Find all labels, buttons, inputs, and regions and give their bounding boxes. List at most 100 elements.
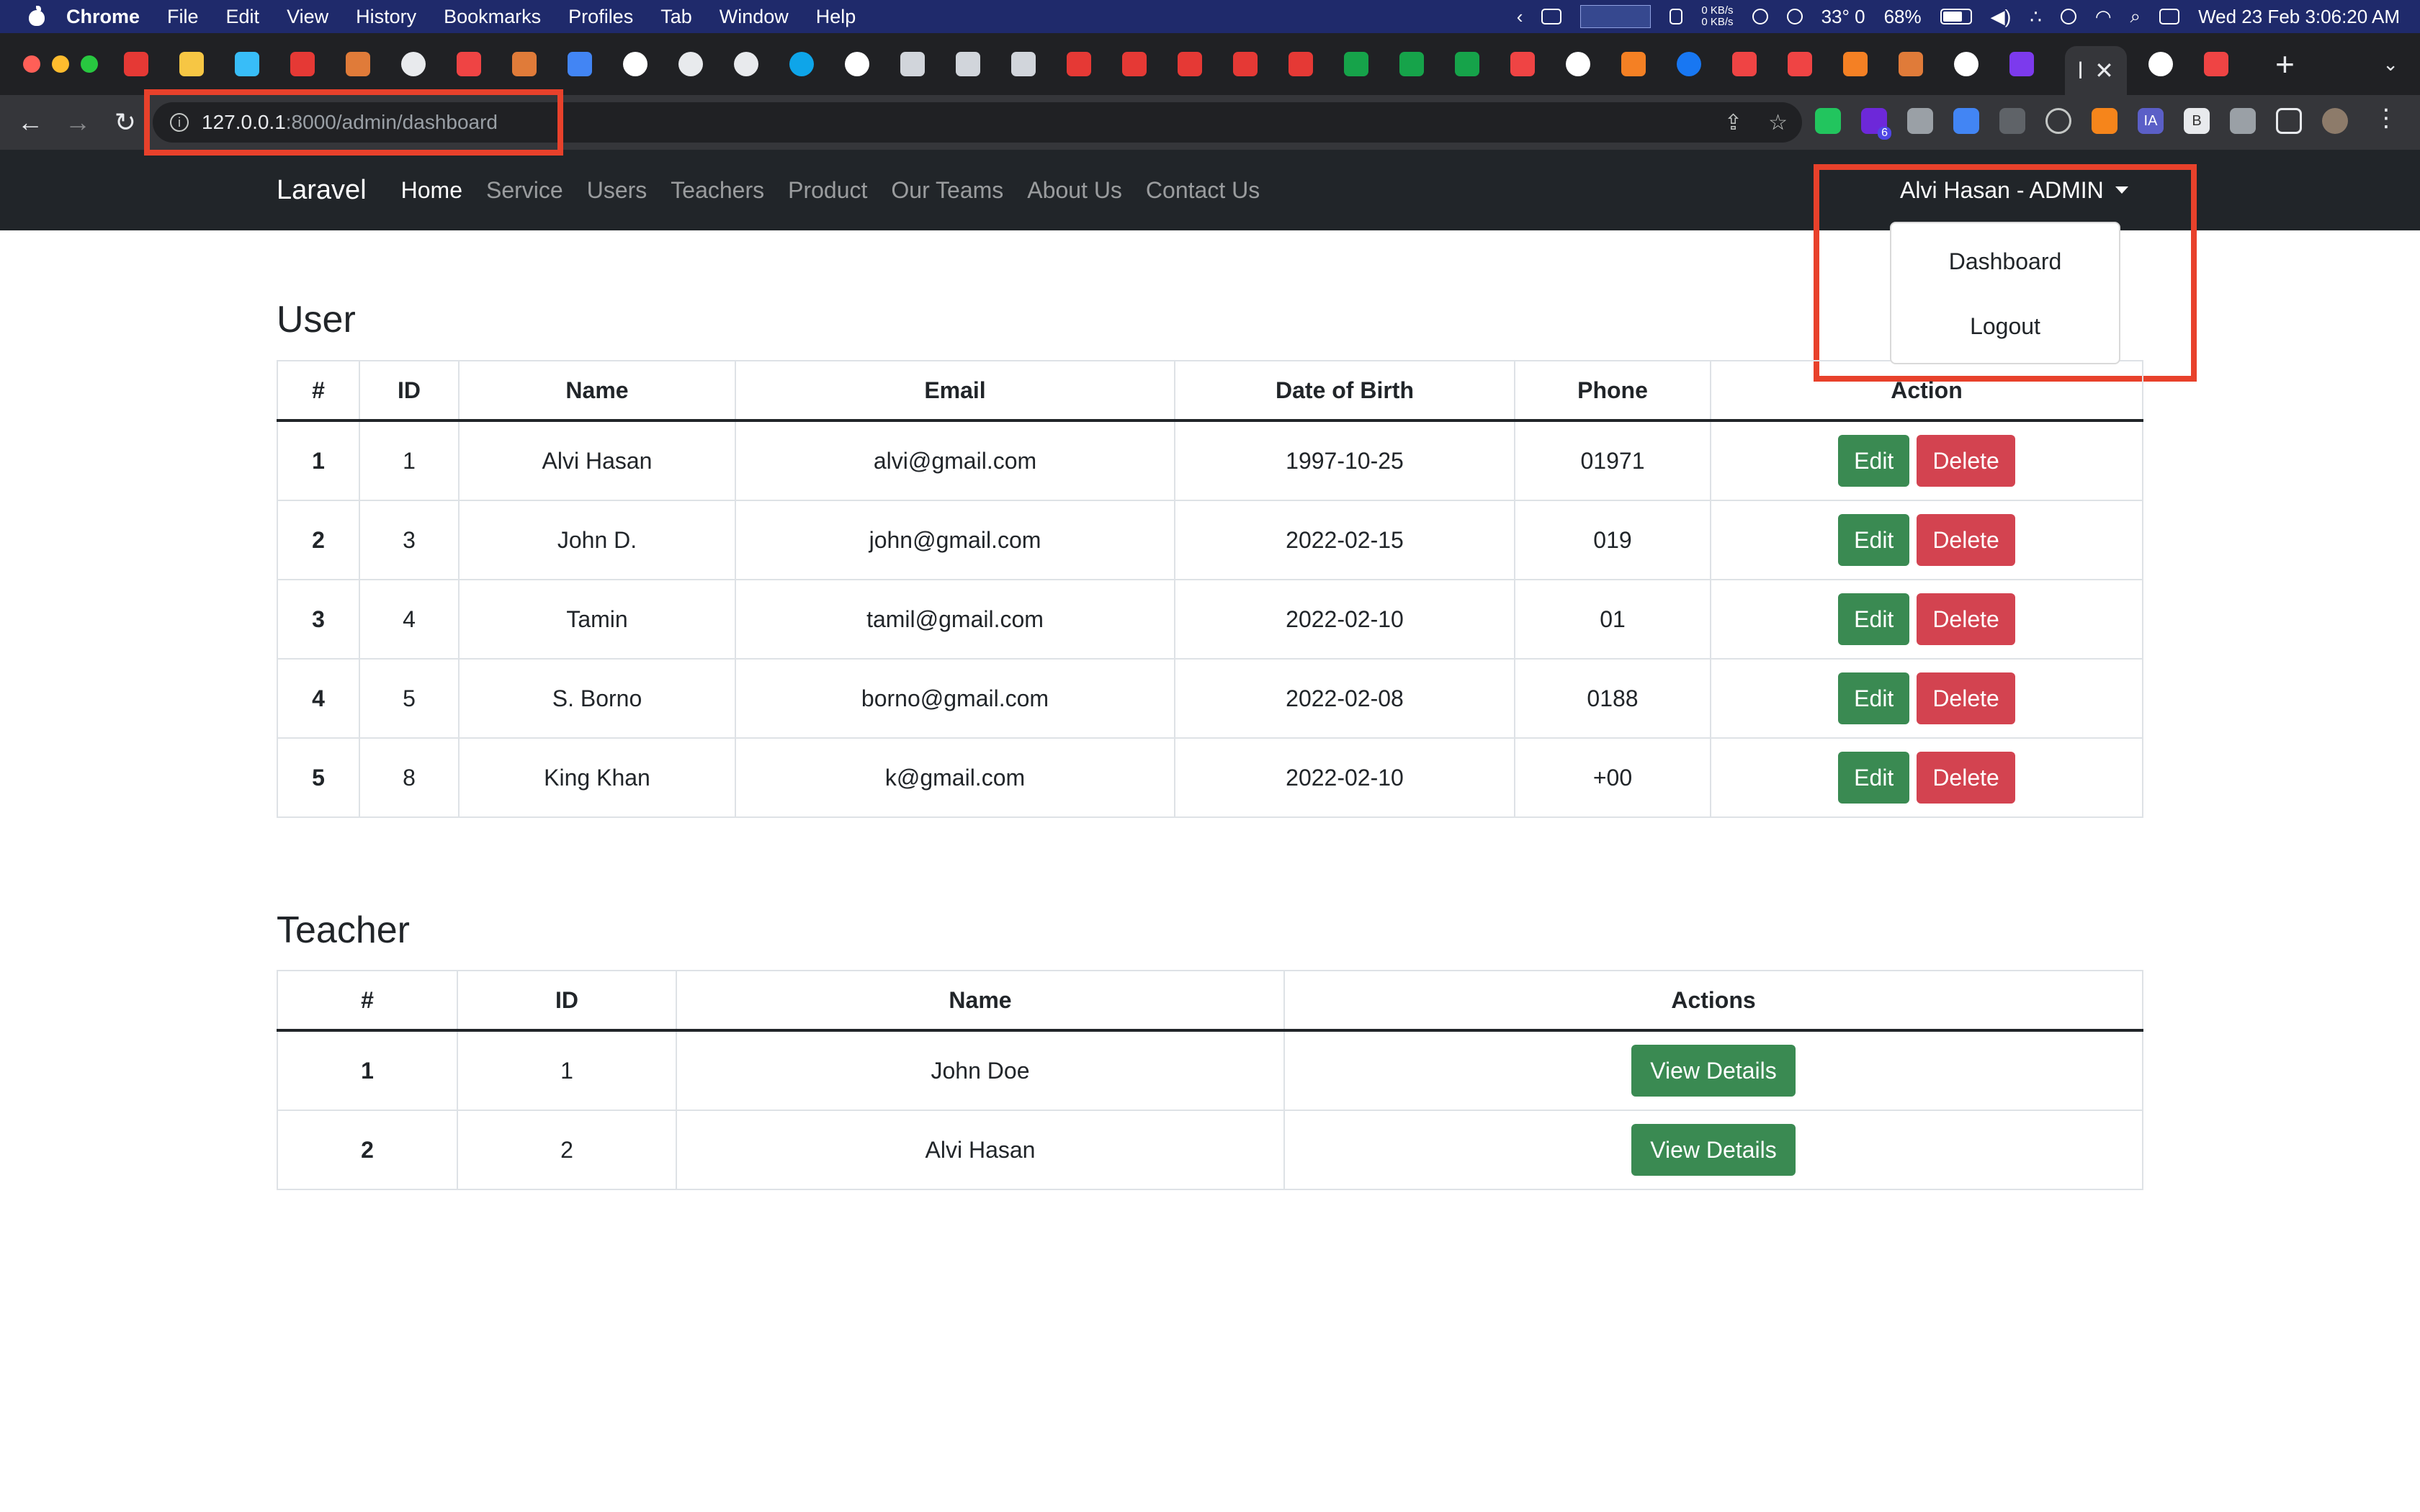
tab-google-icon[interactable] xyxy=(623,52,647,76)
menu-tab[interactable]: Tab xyxy=(660,6,692,28)
tab-bootstrap-icon[interactable] xyxy=(2009,52,2034,76)
tab-site-icon[interactable] xyxy=(678,52,703,76)
menu-bookmarks[interactable]: Bookmarks xyxy=(444,6,541,28)
tab-stackoverflow-icon[interactable] xyxy=(1621,52,1646,76)
delete-button[interactable]: Delete xyxy=(1917,593,2015,645)
battery-percent[interactable]: 68% xyxy=(1884,6,1922,28)
tab-github-icon[interactable] xyxy=(401,52,426,76)
delete-button[interactable]: Delete xyxy=(1917,672,2015,724)
tab-google-icon[interactable] xyxy=(2148,52,2173,76)
memory-icon[interactable] xyxy=(1670,9,1683,24)
adblock-shield-icon[interactable] xyxy=(1815,108,1841,134)
navbar-brand[interactable]: Laravel xyxy=(277,175,367,206)
nav-link-contact-us[interactable]: Contact Us xyxy=(1146,177,1260,204)
tab-site-icon[interactable] xyxy=(734,52,758,76)
profile-avatar[interactable] xyxy=(2322,108,2348,134)
camera-icon[interactable] xyxy=(1907,108,1933,134)
chevron-left-icon[interactable]: ‹ xyxy=(1517,6,1523,28)
tab-laravel-icon[interactable] xyxy=(1732,52,1757,76)
menu-edit[interactable]: Edit xyxy=(226,6,260,28)
edit-button[interactable]: Edit xyxy=(1838,752,1910,804)
tab-w-icon[interactable] xyxy=(1399,52,1424,76)
tab-emoji-icon[interactable] xyxy=(179,52,204,76)
tab-search-chevron-icon[interactable]: ⌄ xyxy=(2383,53,2398,76)
tab-tailwind-icon[interactable] xyxy=(235,52,259,76)
tab-qr-icon[interactable] xyxy=(900,52,925,76)
network-speed[interactable]: 0 KB/s 0 KB/s xyxy=(1701,5,1733,28)
menu-window[interactable]: Window xyxy=(720,6,789,28)
menu-view[interactable]: View xyxy=(287,6,328,28)
view-details-button[interactable]: View Details xyxy=(1631,1045,1796,1097)
tab-google-icon[interactable] xyxy=(845,52,869,76)
nav-link-our-teams[interactable]: Our Teams xyxy=(891,177,1003,204)
tab-google-icon[interactable] xyxy=(1566,52,1590,76)
edit-button[interactable]: Edit xyxy=(1838,514,1910,566)
bookmark-star-icon[interactable]: ☆ xyxy=(1768,110,1788,135)
tab-qr-icon[interactable] xyxy=(956,52,980,76)
tab-laravel-icon[interactable] xyxy=(457,52,481,76)
tab-laravel-icon[interactable] xyxy=(1788,52,1812,76)
side-panel-icon[interactable] xyxy=(2276,108,2302,134)
tab-qr-icon[interactable] xyxy=(1011,52,1036,76)
nav-link-home[interactable]: Home xyxy=(401,177,462,204)
dots-icon[interactable]: ∴ xyxy=(2030,6,2042,28)
temperature-reading[interactable]: 33° 0 xyxy=(1821,6,1865,28)
menu-history[interactable]: History xyxy=(356,6,416,28)
b-extension-icon[interactable]: B xyxy=(2184,108,2210,134)
dots-extension-icon[interactable] xyxy=(1999,108,2025,134)
tab-youtube-icon[interactable] xyxy=(290,52,315,76)
delete-button[interactable]: Delete xyxy=(1917,435,2015,487)
tab-w-icon[interactable] xyxy=(1344,52,1368,76)
tab-site-icon[interactable] xyxy=(346,52,370,76)
tab-facebook-icon[interactable] xyxy=(1677,52,1701,76)
minimize-window-icon[interactable] xyxy=(52,55,69,73)
maximize-window-icon[interactable] xyxy=(81,55,98,73)
menu-app-chrome[interactable]: Chrome xyxy=(66,6,140,28)
back-arrow-icon[interactable]: ← xyxy=(13,107,48,138)
close-tab-icon[interactable]: ✕ xyxy=(2094,57,2114,84)
tab-google-docs-icon[interactable] xyxy=(568,52,592,76)
chrome-menu-icon[interactable]: ⋮ xyxy=(2374,104,2398,132)
tab-site-icon[interactable] xyxy=(512,52,537,76)
menu-file[interactable]: File xyxy=(167,6,199,28)
active-tab[interactable]: l ✕ xyxy=(2065,46,2127,95)
battery-icon[interactable] xyxy=(1940,9,1972,24)
tab-youtube-icon[interactable] xyxy=(1178,52,1202,76)
tab-site-icon[interactable] xyxy=(1899,52,1923,76)
delete-button[interactable]: Delete xyxy=(1917,752,2015,804)
forward-arrow-icon[interactable]: → xyxy=(60,107,95,138)
play-icon[interactable] xyxy=(1786,9,1803,24)
dropdown-item-dashboard[interactable]: Dashboard xyxy=(1891,229,2119,294)
extension-badge-icon[interactable]: 6 xyxy=(1861,108,1891,140)
clock[interactable]: Wed 23 Feb 3:06:20 AM xyxy=(2198,6,2400,28)
close-window-icon[interactable] xyxy=(23,55,40,73)
menu-help[interactable]: Help xyxy=(816,6,856,28)
tab-youtube-icon[interactable] xyxy=(124,52,148,76)
tab-w-icon[interactable] xyxy=(1455,52,1479,76)
tab-youtube-icon[interactable] xyxy=(1289,52,1313,76)
menu-profiles[interactable]: Profiles xyxy=(568,6,633,28)
tab-youtube-icon[interactable] xyxy=(1067,52,1091,76)
delete-button[interactable]: Delete xyxy=(1917,514,2015,566)
nav-link-service[interactable]: Service xyxy=(486,177,563,204)
nav-link-product[interactable]: Product xyxy=(788,177,867,204)
ia-extension-icon[interactable]: IA xyxy=(2138,108,2164,134)
view-details-button[interactable]: View Details xyxy=(1631,1124,1796,1176)
spotlight-search-icon[interactable]: ⌕ xyxy=(2130,5,2141,28)
tab-youtube-icon[interactable] xyxy=(1233,52,1258,76)
tab-google-icon[interactable] xyxy=(1954,52,1978,76)
apple-icon[interactable] xyxy=(27,6,46,27)
nav-link-users[interactable]: Users xyxy=(587,177,647,204)
puzzle-extensions-icon[interactable] xyxy=(2230,108,2256,134)
dropdown-item-logout[interactable]: Logout xyxy=(1891,294,2119,359)
tab-stackoverflow-icon[interactable] xyxy=(1843,52,1868,76)
docker-icon[interactable] xyxy=(1541,9,1562,24)
cpu-graph-icon[interactable] xyxy=(1580,5,1652,28)
tab-laravel-icon[interactable] xyxy=(2204,52,2228,76)
metamask-icon[interactable] xyxy=(2092,108,2118,134)
react-devtools-icon[interactable] xyxy=(2045,108,2071,134)
nav-link-about-us[interactable]: About Us xyxy=(1027,177,1122,204)
control-center-icon[interactable] xyxy=(2159,9,2180,24)
translate-icon[interactable] xyxy=(1953,108,1979,134)
volume-icon[interactable]: ◀) xyxy=(1991,6,2012,28)
